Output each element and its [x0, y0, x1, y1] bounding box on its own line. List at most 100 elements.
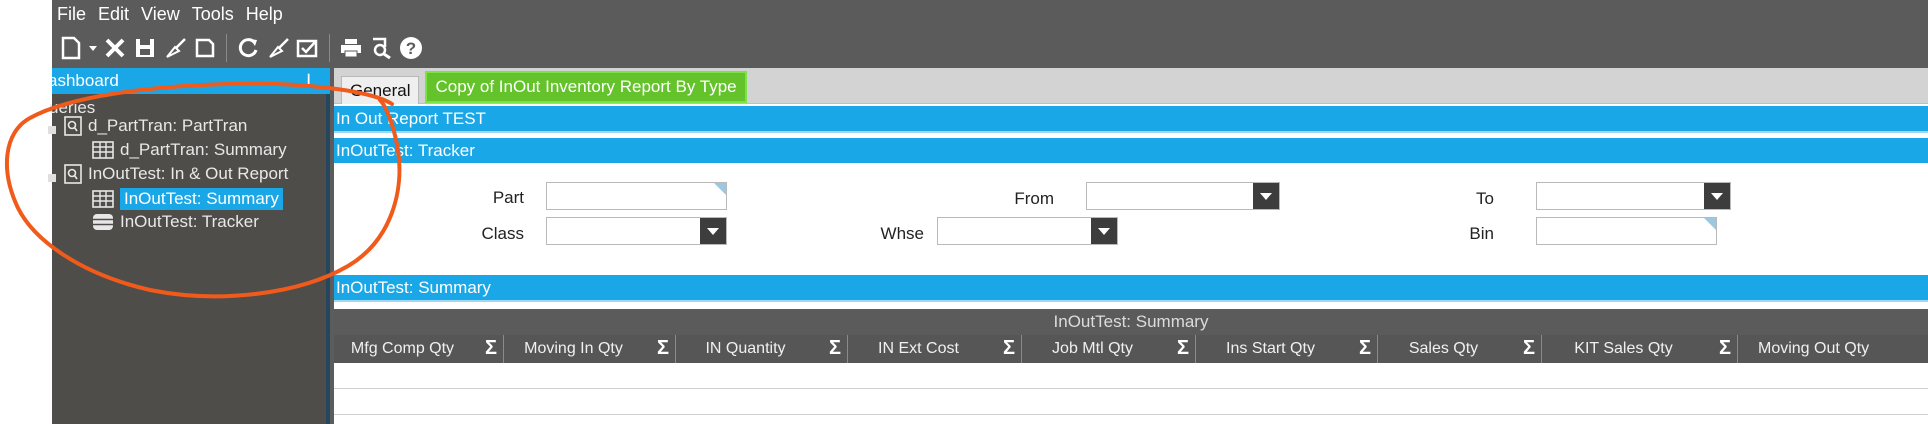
- toolbar: ?: [52, 28, 1928, 68]
- column-label: Mfg Comp Qty: [350, 340, 455, 357]
- tracker-header-bar: InOutTest: Tracker: [334, 138, 1928, 163]
- column-ins-start-qty[interactable]: Ins Start Qty Σ: [1196, 335, 1378, 363]
- attach-icon[interactable]: [293, 33, 323, 63]
- menu-edit[interactable]: Edit: [98, 4, 129, 25]
- tree-section-label: ueries: [49, 98, 96, 117]
- expand-icon[interactable]: [48, 174, 56, 182]
- tree-item-label: InOutTest: Summary: [120, 188, 283, 210]
- bin-field[interactable]: [1536, 217, 1717, 245]
- column-in-ext-cost[interactable]: IN Ext Cost Σ: [848, 335, 1022, 363]
- grid-icon: [92, 190, 114, 208]
- new-icon[interactable]: [56, 33, 86, 63]
- tree-item-inout-report[interactable]: InOutTest: In & Out Report: [64, 164, 288, 184]
- chevron-down-icon[interactable]: [700, 218, 726, 244]
- chevron-down-icon[interactable]: [1091, 218, 1117, 244]
- grid-title: InOutTest: Summary: [334, 309, 1928, 335]
- svg-text:?: ?: [406, 39, 416, 58]
- column-kit-sales-qty[interactable]: KIT Sales Qty Σ: [1542, 335, 1738, 363]
- clear-all-icon[interactable]: [263, 33, 293, 63]
- from-label: From: [1014, 189, 1054, 208]
- report-header-bar: In Out Report TEST: [334, 106, 1928, 131]
- tab-strip: General Copy of InOut Inventory Report B…: [334, 68, 1928, 104]
- dashboard-tree: ueries d_PartTran: PartTran d_PartTran: …: [48, 94, 330, 424]
- from-date-field[interactable]: [1086, 182, 1280, 210]
- column-job-mtl-qty[interactable]: Job Mtl Qty Σ: [1022, 335, 1196, 363]
- pin-icon[interactable]: ⊥: [301, 71, 316, 91]
- main-panel: General Copy of InOut Inventory Report B…: [334, 68, 1928, 424]
- sigma-icon[interactable]: Σ: [1003, 337, 1015, 360]
- tree-item-label: InOutTest: In & Out Report: [88, 164, 289, 183]
- to-date-field[interactable]: [1536, 182, 1731, 210]
- chevron-down-icon[interactable]: [1253, 183, 1279, 209]
- whse-select[interactable]: [937, 217, 1118, 245]
- column-label: IN Quantity: [705, 340, 786, 357]
- part-label: Part: [492, 188, 524, 207]
- column-moving-in-qty[interactable]: Moving In Qty Σ: [504, 335, 676, 363]
- table-row[interactable]: [334, 389, 1928, 415]
- dashboard-header: ashboard ⊥: [48, 68, 330, 94]
- chevron-down-icon[interactable]: [1704, 183, 1730, 209]
- summary-header-bar: InOutTest: Summary: [334, 275, 1928, 300]
- column-label: Job Mtl Qty: [1052, 340, 1133, 357]
- to-label: To: [1476, 189, 1494, 208]
- divider: [334, 300, 1928, 302]
- column-label: Ins Start Qty: [1226, 340, 1315, 357]
- menu-file[interactable]: File: [57, 4, 86, 25]
- menu-tools[interactable]: Tools: [192, 4, 234, 25]
- undo-icon[interactable]: [190, 33, 220, 63]
- clear-icon[interactable]: [160, 33, 190, 63]
- bin-label: Bin: [1469, 224, 1494, 243]
- save-icon[interactable]: [130, 33, 160, 63]
- sigma-icon[interactable]: Σ: [657, 337, 669, 360]
- divider: [334, 131, 1928, 133]
- column-in-quantity[interactable]: IN Quantity Σ: [676, 335, 848, 363]
- tree-section-queries: ueries: [49, 98, 95, 118]
- class-select[interactable]: [546, 217, 727, 245]
- tree-item-parttran-summary[interactable]: d_PartTran: Summary: [92, 140, 287, 160]
- delete-icon[interactable]: [100, 33, 130, 63]
- sigma-icon[interactable]: Σ: [1719, 337, 1731, 360]
- tree-item-label: d_PartTran: PartTran: [88, 116, 248, 135]
- column-label: KIT Sales Qty: [1574, 340, 1673, 357]
- grid-icon: [92, 141, 114, 159]
- tree-item-label: InOutTest: Tracker: [120, 212, 259, 231]
- print-icon[interactable]: [336, 33, 366, 63]
- part-field[interactable]: [546, 182, 727, 210]
- column-label: Moving In Qty: [524, 340, 623, 357]
- tab-inout-inventory-report[interactable]: Copy of InOut Inventory Report By Type: [425, 71, 747, 103]
- tree-item-parttran[interactable]: d_PartTran: PartTran: [64, 116, 247, 136]
- new-dropdown-icon[interactable]: [86, 33, 100, 63]
- menu-view[interactable]: View: [141, 4, 180, 25]
- column-label: Moving Out Qty: [1758, 340, 1870, 357]
- tree-item-label: d_PartTran: Summary: [120, 140, 287, 159]
- menu-help[interactable]: Help: [246, 4, 283, 25]
- whse-label: Whse: [880, 224, 924, 243]
- column-mfg-comp-qty[interactable]: Mfg Comp Qty Σ: [334, 335, 504, 363]
- sigma-icon[interactable]: Σ: [1177, 337, 1189, 360]
- toolbar-separator: [226, 34, 227, 62]
- sigma-icon[interactable]: Σ: [829, 337, 841, 360]
- column-label: Sales Qty: [1408, 340, 1479, 357]
- sigma-icon[interactable]: Σ: [1523, 337, 1535, 360]
- print-preview-icon[interactable]: [366, 33, 396, 63]
- dashboard-title: ashboard: [48, 71, 119, 90]
- refresh-icon[interactable]: [233, 33, 263, 63]
- sigma-icon[interactable]: Σ: [485, 337, 497, 360]
- column-sales-qty[interactable]: Sales Qty Σ: [1378, 335, 1542, 363]
- tracker-icon: [92, 213, 114, 231]
- tree-item-inout-tracker[interactable]: InOutTest: Tracker: [92, 212, 259, 232]
- sigma-icon[interactable]: Σ: [1359, 337, 1371, 360]
- menu-bar: File Edit View Tools Help: [52, 0, 1928, 28]
- expand-icon[interactable]: [48, 126, 56, 134]
- tab-general[interactable]: General: [341, 76, 420, 104]
- table-row[interactable]: [334, 363, 1928, 389]
- desktop-background: [0, 0, 52, 424]
- help-icon[interactable]: ?: [396, 33, 426, 63]
- grid-header: Mfg Comp Qty Σ Moving In Qty Σ IN Quantity…: [334, 335, 1928, 363]
- dashboard-panel: ashboard ⊥ ueries d_PartTran: PartTran d…: [48, 68, 330, 424]
- column-moving-out-qty[interactable]: Moving Out Qty: [1738, 335, 1928, 363]
- query-icon: [64, 116, 82, 136]
- column-label: IN Ext Cost: [878, 340, 959, 357]
- class-label: Class: [481, 224, 524, 243]
- tree-item-inout-summary[interactable]: InOutTest: Summary: [92, 188, 283, 210]
